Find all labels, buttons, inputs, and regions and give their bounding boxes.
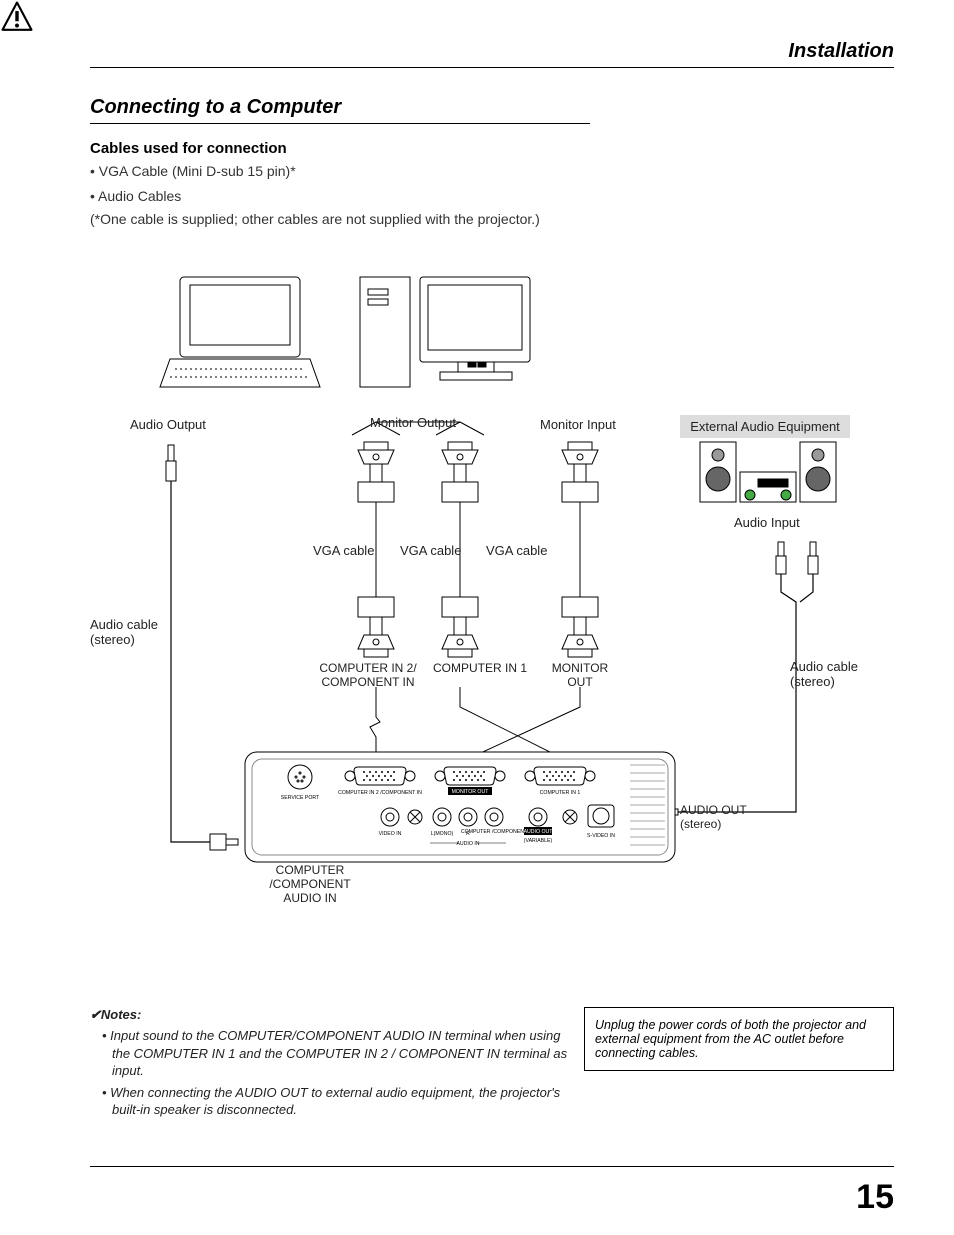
svg-text:(VARIABLE): (VARIABLE) xyxy=(524,838,553,844)
note-item-2: • When connecting the AUDIO OUT to exter… xyxy=(102,1084,568,1119)
note-item-1: • Input sound to the COMPUTER/COMPONENT … xyxy=(102,1027,568,1080)
cable-item-2-text: Audio Cables xyxy=(98,188,181,204)
label-vga-2: VGA cable xyxy=(400,543,461,558)
label-audio-out-stereo: AUDIO OUT (stereo) xyxy=(680,803,770,831)
notes-heading: ✔Notes: xyxy=(90,1007,568,1023)
cable-item-1: • VGA Cable (Mini D-sub 15 pin)* xyxy=(90,161,894,182)
label-comp-in-1: COMPUTER IN 1 xyxy=(430,661,530,675)
page-number: 15 xyxy=(856,1178,894,1217)
note-1-text: Input sound to the COMPUTER/COMPONENT AU… xyxy=(110,1028,567,1078)
label-monitor-output: Monitor Output xyxy=(370,415,456,430)
cable-item-1-text: VGA Cable (Mini D-sub 15 pin)* xyxy=(99,163,296,179)
svg-text:COMPUTER IN 1: COMPUTER IN 1 xyxy=(540,790,581,796)
speakers-icon xyxy=(700,442,836,502)
svg-text:AUDIO IN: AUDIO IN xyxy=(456,841,479,847)
label-external-audio: External Audio Equipment xyxy=(680,415,850,438)
label-comp-in-2: COMPUTER IN 2/ COMPONENT IN xyxy=(308,661,428,689)
connection-diagram: SERVICE PORT COMPUTER IN 2 /COMPONENT IN… xyxy=(90,247,894,967)
footer-rule xyxy=(90,1166,894,1167)
label-monitor-out: MONITOR OUT xyxy=(540,661,620,689)
note-2-text: When connecting the AUDIO OUT to externa… xyxy=(110,1085,560,1118)
label-vga-3: VGA cable xyxy=(486,543,547,558)
warning-icon xyxy=(0,0,34,34)
vga-connector-icon xyxy=(358,442,598,502)
laptop-icon xyxy=(160,277,320,387)
label-vga-1: VGA cable xyxy=(313,543,374,558)
label-comp-audio-in: COMPUTER /COMPONENT AUDIO IN xyxy=(250,863,370,905)
title-rule xyxy=(90,123,590,124)
audio-dual-plug-icon xyxy=(776,542,818,574)
svg-text:L(MONO): L(MONO) xyxy=(431,831,454,837)
audio-plug-icon xyxy=(166,445,176,481)
label-audio-cable-left: Audio cable (stereo) xyxy=(90,617,190,647)
desktop-icon xyxy=(360,277,530,387)
cable-footnote: (*One cable is supplied; other cables ar… xyxy=(90,211,894,227)
vga-connector-bottom-icon xyxy=(358,597,598,657)
svg-text:VIDEO IN: VIDEO IN xyxy=(379,831,402,837)
svg-text:SERVICE PORT: SERVICE PORT xyxy=(281,795,320,801)
page-title: Connecting to a Computer xyxy=(90,96,894,119)
svg-text:COMPUTER IN 2 /COMPONENT IN: COMPUTER IN 2 /COMPONENT IN xyxy=(338,790,422,796)
svg-text:COMPUTER /COMPONENT: COMPUTER /COMPONENT xyxy=(461,829,528,835)
header-rule xyxy=(90,67,894,68)
svg-text:S-VIDEO IN: S-VIDEO IN xyxy=(587,833,615,839)
label-audio-cable-right: Audio cable (stereo) xyxy=(790,659,890,689)
cable-item-2: • Audio Cables xyxy=(90,186,894,207)
projector-panel: SERVICE PORT COMPUTER IN 2 /COMPONENT IN… xyxy=(245,752,675,862)
label-monitor-input: Monitor Input xyxy=(540,417,616,432)
svg-text:MONITOR OUT: MONITOR OUT xyxy=(452,789,490,795)
notes-section: ✔Notes: • Input sound to the COMPUTER/CO… xyxy=(90,1007,894,1123)
warning-box: Unplug the power cords of both the proje… xyxy=(584,1007,894,1071)
svg-text:AUDIO OUT: AUDIO OUT xyxy=(524,829,554,835)
section-header: Installation xyxy=(90,40,894,63)
warning-text: Unplug the power cords of both the proje… xyxy=(595,1018,879,1060)
audio-jack-left-icon xyxy=(210,834,238,850)
cables-heading: Cables used for connection xyxy=(90,140,894,157)
label-audio-output: Audio Output xyxy=(130,417,206,432)
label-audio-input: Audio Input xyxy=(734,515,800,530)
